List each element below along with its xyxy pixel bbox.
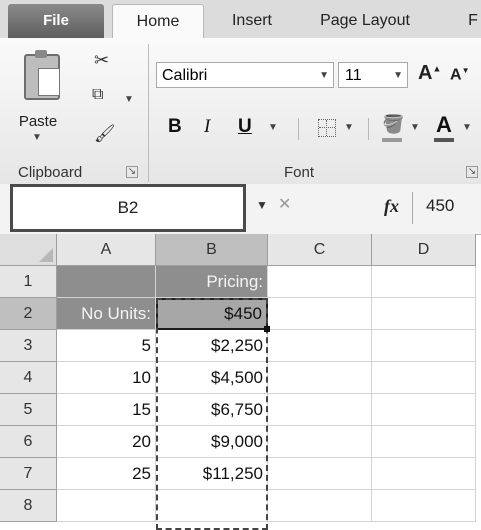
underline-dropdown-icon[interactable]: ▼ bbox=[268, 122, 278, 133]
font-color-dropdown-icon[interactable]: ▼ bbox=[462, 122, 472, 133]
underline-button[interactable]: U bbox=[238, 116, 252, 138]
cancel-icon[interactable]: ✕ bbox=[278, 194, 291, 214]
cell-a1[interactable] bbox=[57, 266, 156, 298]
cell-d5[interactable] bbox=[372, 394, 476, 426]
borders-dropdown-icon[interactable]: ▼ bbox=[344, 122, 354, 133]
cell-a3[interactable]: 5 bbox=[57, 330, 156, 362]
row-header-1[interactable]: 1 bbox=[0, 266, 57, 298]
chevron-down-icon: ▼ bbox=[32, 132, 42, 143]
chevron-down-icon: ▼ bbox=[393, 70, 403, 81]
cell-b8[interactable] bbox=[156, 490, 268, 522]
font-group-label: Font bbox=[284, 164, 315, 181]
font-name-box[interactable]: Calibri ▼ bbox=[156, 62, 334, 88]
cell-d2[interactable] bbox=[372, 298, 476, 330]
clipboard-launcher-icon[interactable]: ↘ bbox=[126, 166, 138, 178]
group-separator bbox=[148, 44, 149, 182]
tab-home[interactable]: Home bbox=[112, 4, 204, 39]
column-header-d[interactable]: D bbox=[372, 234, 476, 266]
cell-c1[interactable] bbox=[268, 266, 372, 298]
cell-d3[interactable] bbox=[372, 330, 476, 362]
font-size-value: 11 bbox=[345, 67, 362, 84]
paste-button[interactable]: Paste ▼ bbox=[14, 46, 74, 143]
chevron-down-icon: ▼ bbox=[319, 70, 329, 81]
separator bbox=[298, 118, 299, 140]
cell-c4[interactable] bbox=[268, 362, 372, 394]
row-header-3[interactable]: 3 bbox=[0, 330, 57, 362]
ribbon-home: Paste ▼ ✂ ⧉ ▼ 🖌 Clipboard ↘ Calibri ▼ 11… bbox=[0, 38, 481, 185]
cell-c8[interactable] bbox=[268, 490, 372, 522]
cell-d7[interactable] bbox=[372, 458, 476, 490]
fill-color-swatch bbox=[382, 138, 402, 142]
cell-a5[interactable]: 15 bbox=[57, 394, 156, 426]
cell-b6[interactable]: $9,000 bbox=[156, 426, 268, 458]
cell-a2[interactable]: No Units: bbox=[57, 298, 156, 330]
cell-c6[interactable] bbox=[268, 426, 372, 458]
name-box-dropdown-icon[interactable]: ▼ bbox=[256, 198, 268, 212]
font-name-value: Calibri bbox=[162, 67, 208, 84]
paste-icon bbox=[24, 50, 60, 100]
tab-insert[interactable]: Insert bbox=[210, 4, 294, 38]
fill-color-dropdown-icon[interactable]: ▼ bbox=[410, 122, 420, 133]
font-color-button[interactable]: A bbox=[436, 112, 452, 138]
shrink-font-label: A bbox=[450, 66, 462, 84]
cell-b4[interactable]: $4,500 bbox=[156, 362, 268, 394]
formula-input[interactable]: 450 bbox=[426, 196, 454, 216]
cell-a7[interactable]: 25 bbox=[57, 458, 156, 490]
cell-b7[interactable]: $11,250 bbox=[156, 458, 268, 490]
insert-function-button[interactable]: fx bbox=[384, 196, 399, 217]
bold-button[interactable]: B bbox=[168, 116, 182, 138]
column-header-c[interactable]: C bbox=[268, 234, 372, 266]
cut-icon[interactable]: ✂ bbox=[94, 50, 109, 71]
name-box[interactable]: B2 bbox=[10, 184, 246, 232]
tab-file[interactable]: File bbox=[8, 4, 104, 38]
cell-d6[interactable] bbox=[372, 426, 476, 458]
cell-d8[interactable] bbox=[372, 490, 476, 522]
cell-b1[interactable]: Pricing: bbox=[156, 266, 268, 298]
italic-button[interactable]: I bbox=[204, 116, 210, 138]
fill-handle[interactable] bbox=[264, 326, 270, 332]
cell-c3[interactable] bbox=[268, 330, 372, 362]
cell-a4[interactable]: 10 bbox=[57, 362, 156, 394]
formula-bar: B2 ▼ ✕ fx 450 bbox=[0, 184, 481, 235]
cell-b2[interactable]: $450 bbox=[156, 298, 268, 330]
row-header-5[interactable]: 5 bbox=[0, 394, 57, 426]
shrink-font-button[interactable]: A▼ bbox=[450, 66, 469, 84]
row-header-4[interactable]: 4 bbox=[0, 362, 57, 394]
font-size-box[interactable]: 11 ▼ bbox=[338, 62, 408, 88]
paste-label: Paste bbox=[18, 113, 58, 130]
cell-a8[interactable] bbox=[57, 490, 156, 522]
cell-c7[interactable] bbox=[268, 458, 372, 490]
borders-icon[interactable] bbox=[318, 119, 336, 137]
cell-b3[interactable]: $2,250 bbox=[156, 330, 268, 362]
tab-page-layout[interactable]: Page Layout bbox=[306, 4, 424, 38]
tab-formulas-partial[interactable]: F bbox=[458, 4, 481, 38]
name-box-value: B2 bbox=[117, 198, 139, 217]
cell-a6[interactable]: 20 bbox=[57, 426, 156, 458]
row-header-7[interactable]: 7 bbox=[0, 458, 57, 490]
row-header-8[interactable]: 8 bbox=[0, 490, 57, 522]
cell-c5[interactable] bbox=[268, 394, 372, 426]
fill-color-icon[interactable]: 🪣 bbox=[382, 114, 404, 135]
cell-d1[interactable] bbox=[372, 266, 476, 298]
cell-b5[interactable]: $6,750 bbox=[156, 394, 268, 426]
font-color-swatch bbox=[434, 138, 454, 142]
cell-c2[interactable] bbox=[268, 298, 372, 330]
copy-dropdown-icon[interactable]: ▼ bbox=[124, 94, 134, 105]
grow-font-button[interactable]: A▲ bbox=[418, 62, 441, 85]
column-header-a[interactable]: A bbox=[57, 234, 156, 266]
separator bbox=[412, 192, 413, 224]
font-launcher-icon[interactable]: ↘ bbox=[466, 166, 478, 178]
ribbon-tab-bar: File Home Insert Page Layout F bbox=[0, 0, 481, 39]
row-header-6[interactable]: 6 bbox=[0, 426, 57, 458]
row-header-2[interactable]: 2 bbox=[0, 298, 57, 330]
cell-d4[interactable] bbox=[372, 362, 476, 394]
grow-font-label: A bbox=[418, 62, 433, 84]
separator bbox=[368, 118, 369, 140]
select-all-button[interactable] bbox=[0, 234, 57, 266]
column-header-b[interactable]: B bbox=[156, 234, 268, 266]
clipboard-group-label: Clipboard bbox=[18, 164, 83, 181]
format-painter-icon[interactable]: 🖌 bbox=[94, 124, 116, 144]
copy-icon[interactable]: ⧉ bbox=[92, 86, 103, 104]
